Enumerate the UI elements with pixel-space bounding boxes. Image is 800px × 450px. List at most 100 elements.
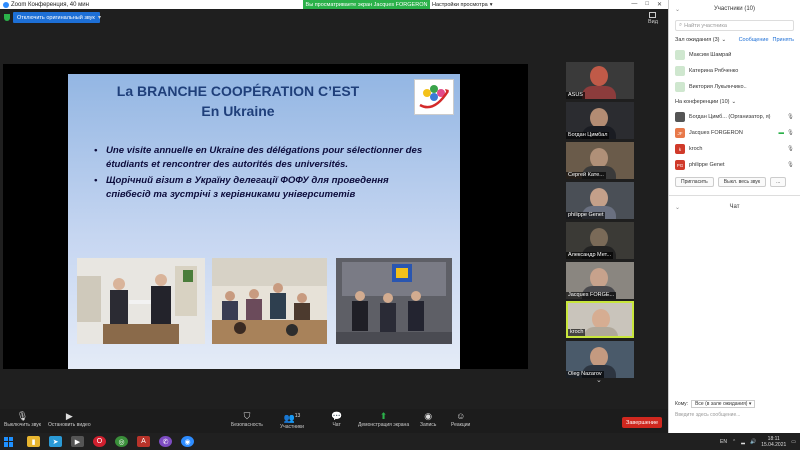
- meeting-toolbar: 🎙 Выключить звук ▶ Остановить видео ⛉ Бе…: [0, 409, 668, 433]
- shield-icon[interactable]: [4, 14, 10, 21]
- waiting-participant[interactable]: Виктория Лукьянчико..: [669, 79, 800, 95]
- participant-row[interactable]: Богдан Цимб... (Организатор, я) 🎙: [669, 109, 800, 125]
- chat-button[interactable]: 💬 Чат: [331, 411, 342, 428]
- share-screen-icon: ⬆: [379, 411, 388, 421]
- share-screen-button[interactable]: ⬆ Демонстрация экрана: [358, 411, 409, 428]
- reactions-button[interactable]: ☺ Реакции: [451, 411, 470, 428]
- maximize-icon[interactable]: □: [645, 1, 649, 8]
- more-button[interactable]: ...: [770, 177, 787, 187]
- chrome-icon[interactable]: ◎: [115, 436, 128, 447]
- video-tile[interactable]: Oleg Nazarov: [566, 341, 634, 378]
- close-icon[interactable]: ✕: [657, 1, 662, 8]
- invite-button[interactable]: Пригласить: [675, 177, 714, 187]
- microphone-icon[interactable]: 🎙: [787, 162, 794, 168]
- record-label: Запись: [420, 422, 437, 428]
- video-tile-active-speaker[interactable]: kroch: [566, 301, 634, 338]
- video-tile[interactable]: ASUS: [566, 62, 634, 99]
- avatar: PG: [675, 160, 685, 170]
- video-tile[interactable]: Богдан Цимбал: [566, 102, 634, 139]
- chevron-down-icon[interactable]: ⌄: [731, 99, 736, 105]
- chat-recipient-select[interactable]: Все (в зале ожидания) ▾: [691, 400, 756, 408]
- video-tile[interactable]: Jacques FORGE...: [566, 262, 634, 299]
- participant-name: Jacques FORGERON: [689, 130, 743, 136]
- participants-label: Участники: [280, 424, 304, 430]
- reactions-label: Реакции: [451, 422, 471, 428]
- volume-icon[interactable]: 🔊: [750, 439, 756, 445]
- panel-title: Участники (10): [713, 6, 755, 12]
- chevron-down-icon[interactable]: ⌄: [596, 376, 602, 384]
- tile-name: kroch: [568, 329, 586, 336]
- chat-message-input[interactable]: Введите здесь сообщение...: [675, 412, 740, 418]
- panel-actions: Пригласить Выкл. весь звук ...: [669, 173, 800, 191]
- pdf-reader-icon[interactable]: A: [137, 436, 150, 447]
- record-icon: ◉: [424, 411, 433, 421]
- chat-header: ⌄ Чат: [669, 200, 800, 214]
- telegram-icon[interactable]: ➤: [49, 436, 62, 447]
- chevron-down-icon[interactable]: ⌄: [721, 37, 726, 43]
- file-explorer-icon[interactable]: ▮: [27, 436, 40, 447]
- windows-start-icon[interactable]: [4, 436, 18, 447]
- chat-recipient-value: Все (в зале ожидания): [695, 401, 748, 407]
- record-button[interactable]: ◉ Запись: [420, 411, 436, 428]
- stop-video-button[interactable]: ▶ Остановить видео: [48, 411, 91, 428]
- chevron-down-icon[interactable]: ▾: [98, 14, 101, 21]
- mute-button[interactable]: 🎙 Выключить звук: [4, 411, 41, 428]
- mute-all-button[interactable]: Выкл. весь звук: [717, 177, 767, 187]
- microphone-icon[interactable]: 🎙: [787, 114, 794, 120]
- waiting-message-button[interactable]: Сообщение: [739, 37, 769, 43]
- bullet-text: Une visite annuelle en Ukraine des délég…: [106, 145, 423, 170]
- participant-row[interactable]: JF Jacques FORGERON ▬ 🎙: [669, 125, 800, 141]
- view-button[interactable]: Вид: [648, 12, 658, 25]
- video-tile[interactable]: Сергей Кате...: [566, 142, 634, 179]
- opera-icon[interactable]: O: [93, 436, 106, 447]
- original-sound-button[interactable]: Отключить оригинальный звук: [13, 12, 100, 23]
- chevron-down-icon[interactable]: ⌄: [675, 204, 680, 211]
- waiting-participant[interactable]: Максим Шамрай: [669, 47, 800, 63]
- end-meeting-button[interactable]: Завершение: [622, 417, 662, 428]
- waiting-room-label: Зал ожидания (3): [675, 37, 720, 43]
- microphone-icon[interactable]: 🎙: [787, 130, 794, 136]
- security-button[interactable]: ⛉ Безопасность: [231, 411, 263, 428]
- grid-icon: [649, 12, 657, 18]
- participant-search-input[interactable]: ⌕ Найти участника: [675, 20, 794, 31]
- video-tile[interactable]: philippe Genet: [566, 182, 634, 219]
- notifications-icon[interactable]: ▭: [791, 439, 796, 445]
- photo-presentation: [336, 258, 452, 344]
- waiting-participant[interactable]: Катерина Рябченко: [669, 63, 800, 79]
- bullet-icon: •: [94, 145, 98, 156]
- participant-video: [590, 228, 608, 248]
- viber-icon[interactable]: ✆: [159, 436, 172, 447]
- chevron-down-icon[interactable]: ⌄: [675, 6, 680, 13]
- fofu-logo: [414, 79, 454, 115]
- participant-row[interactable]: k kroch 🎙: [669, 141, 800, 157]
- view-options-menu[interactable]: Настройки просмотра ▾: [432, 0, 492, 9]
- avatar: [675, 82, 685, 92]
- language-indicator[interactable]: EN: [720, 439, 727, 445]
- clock[interactable]: 18:11 15.04.2021: [761, 436, 786, 448]
- presentation-slide: La BRANCHE COOPÉRATION C’EST En Ukraine …: [68, 74, 460, 369]
- participant-name: philippe Genet: [689, 162, 725, 168]
- in-meeting-label: На конференции (10): [675, 99, 730, 105]
- up-arrow-icon[interactable]: ⌃: [732, 439, 736, 445]
- video-tile[interactable]: Александр Мет...: [566, 222, 634, 259]
- participant-video: [590, 108, 608, 128]
- zoom-icon[interactable]: ◉: [181, 436, 194, 447]
- minimize-icon[interactable]: —: [631, 1, 637, 8]
- participants-button[interactable]: 👥13 Участники: [280, 411, 304, 430]
- avatar: JF: [675, 128, 685, 138]
- participant-video: [590, 66, 608, 86]
- slide-title-line1: La BRANCHE COOPÉRATION C’EST: [116, 83, 360, 99]
- participant-row[interactable]: PG philippe Genet 🎙: [669, 157, 800, 173]
- security-label: Безопасность: [231, 422, 263, 428]
- microphone-icon[interactable]: 🎙: [787, 146, 794, 152]
- tile-name: philippe Genet: [566, 212, 606, 219]
- share-screen-label: Демонстрация экрана: [358, 422, 410, 428]
- zoom-logo-icon: [3, 1, 9, 8]
- network-icon[interactable]: ▂: [741, 439, 745, 445]
- admit-all-button[interactable]: Принять: [773, 37, 794, 43]
- in-meeting-section: На конференции (10) ⌄: [669, 95, 800, 109]
- media-player-icon[interactable]: ▶: [71, 436, 84, 447]
- participant-video-body: [582, 86, 616, 99]
- video-camera-icon: ▶: [65, 411, 73, 421]
- mute-label: Выключить звук: [4, 422, 41, 428]
